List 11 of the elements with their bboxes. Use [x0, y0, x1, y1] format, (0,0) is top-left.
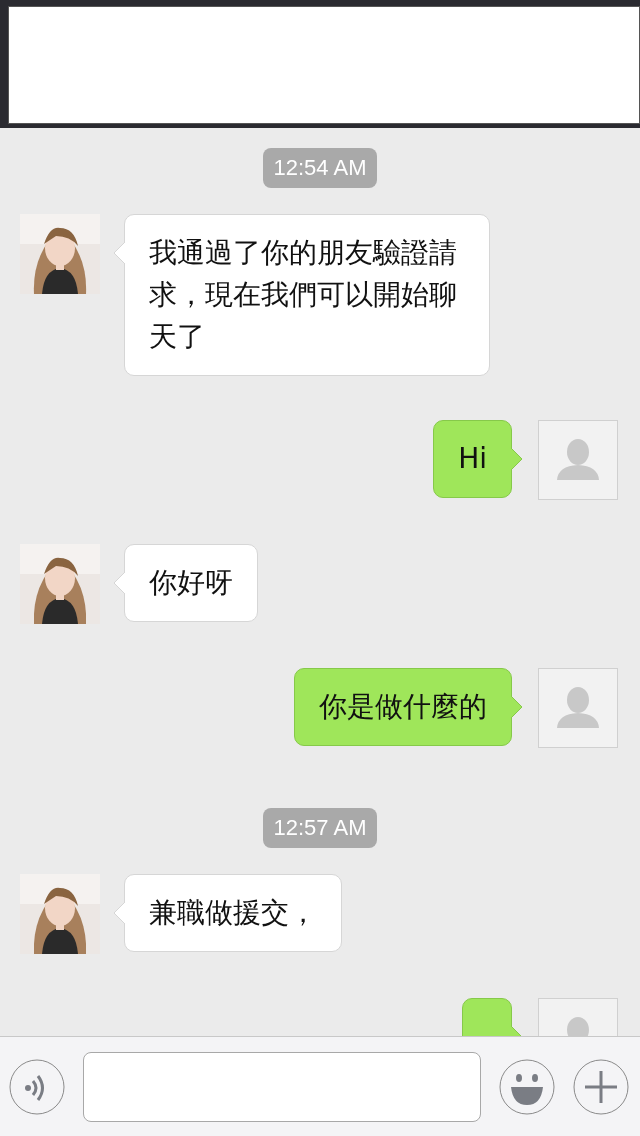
message-text: 我通過了你的朋友驗證請求，現在我們可以開始聊天了 [149, 236, 457, 353]
message-text: Hi [458, 442, 487, 475]
timestamp: 12:54 AM [262, 148, 378, 188]
message-input[interactable] [83, 1051, 481, 1122]
voice-icon[interactable] [9, 1058, 65, 1115]
timestamp: 12:57 AM [262, 808, 378, 848]
message-text: 你是做什麼的 [319, 690, 487, 723]
message-text: 你好呀 [149, 566, 233, 599]
message-text: 兼職做援交， [149, 896, 317, 929]
plus-icon[interactable] [573, 1058, 629, 1115]
smiley-icon[interactable] [499, 1058, 555, 1115]
